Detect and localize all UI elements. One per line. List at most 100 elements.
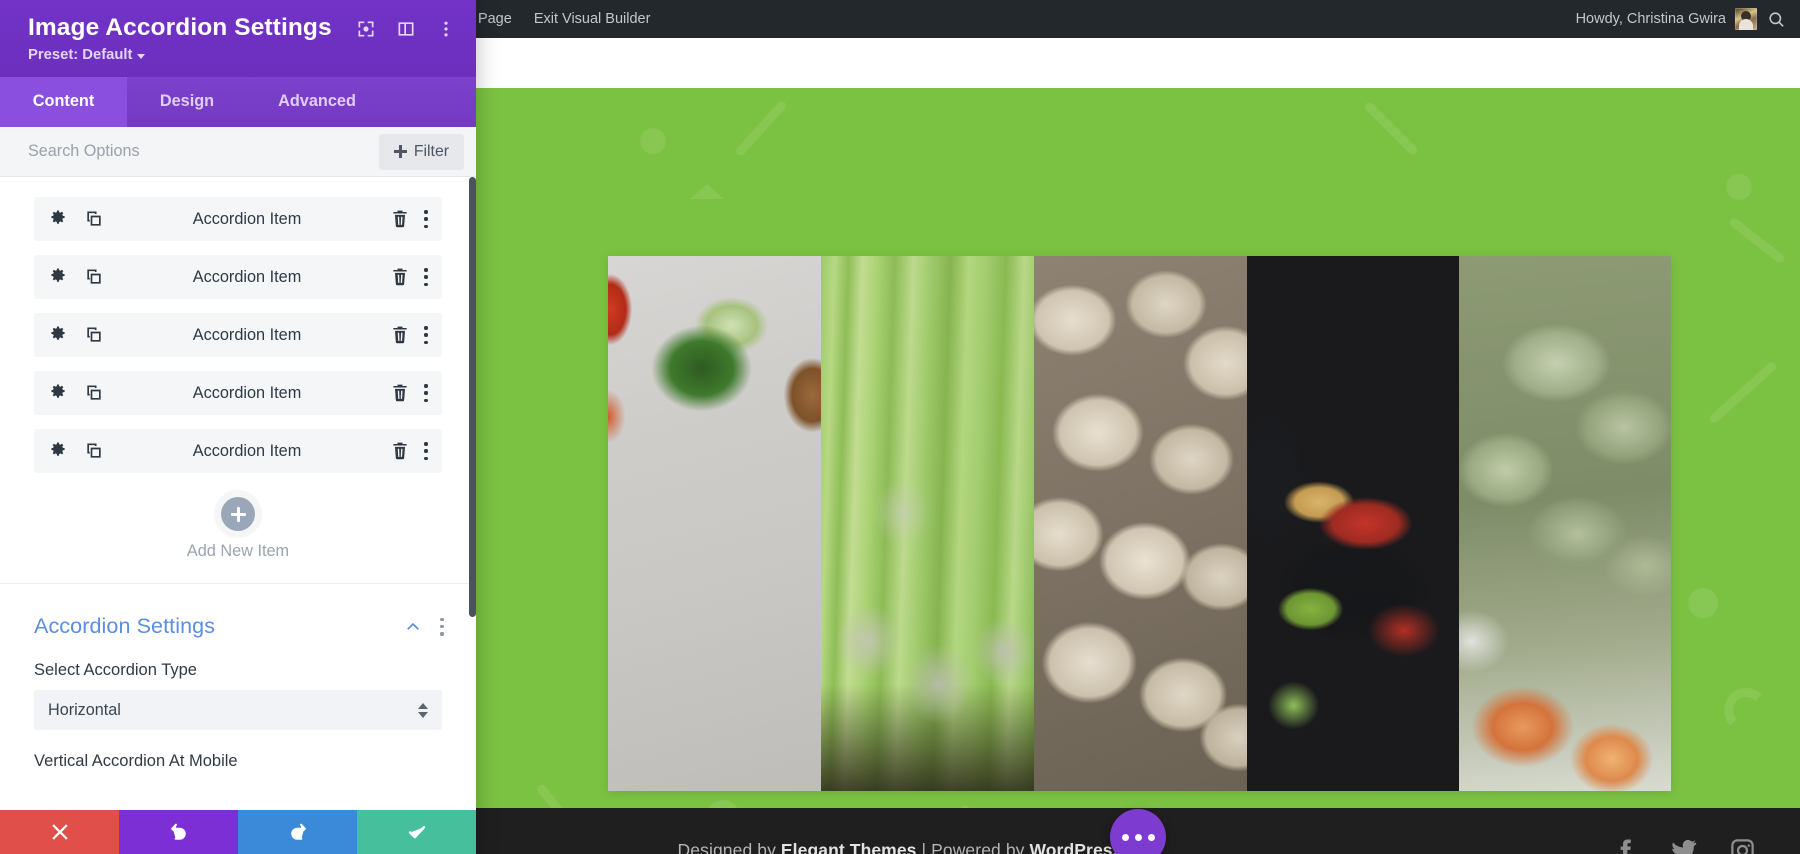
focus-target-icon[interactable] <box>356 19 376 39</box>
table-row[interactable]: Accordion Item <box>34 197 442 241</box>
vertical-dots-icon[interactable] <box>440 618 444 636</box>
howdy-label: Howdy, Christina Gwira <box>1576 11 1726 27</box>
chevron-up-icon[interactable] <box>404 618 422 636</box>
list-item-label: Accordion Item <box>104 268 390 287</box>
preset-label: Preset: Default <box>28 47 132 63</box>
tab-design[interactable]: Design <box>127 77 247 127</box>
field-label: Select Accordion Type <box>34 661 442 680</box>
trash-icon[interactable] <box>390 325 410 345</box>
panel-scrollbar-thumb[interactable] <box>469 177 476 617</box>
footer-credit-middle: | Powered by <box>917 840 1030 854</box>
settings-action-bar <box>0 810 476 854</box>
add-new-item-group: Add New Item <box>0 487 476 583</box>
vertical-dots-icon[interactable] <box>424 268 428 286</box>
search-icon[interactable] <box>1767 10 1786 29</box>
duplicate-icon[interactable] <box>84 325 104 345</box>
gear-icon[interactable] <box>48 383 68 403</box>
accordion-panel-poke-bowl[interactable] <box>1247 256 1459 791</box>
row-left-controls <box>48 441 104 461</box>
ellipsis-icon-dot-3 <box>1148 834 1155 841</box>
row-left-controls <box>48 267 104 287</box>
redo-arrow-icon <box>287 821 309 843</box>
accordion-type-value: Horizontal <box>48 701 418 720</box>
admin-bar-label-exit-visual-builder: Exit Visual Builder <box>534 11 651 27</box>
trash-icon[interactable] <box>390 383 410 403</box>
save-button[interactable] <box>357 810 476 854</box>
filter-button-label: Filter <box>414 143 449 161</box>
ellipsis-icon-dot-2 <box>1135 834 1142 841</box>
filter-button[interactable]: Filter <box>379 134 464 170</box>
checkmark-icon <box>406 821 428 843</box>
duplicate-icon[interactable] <box>84 267 104 287</box>
duplicate-icon[interactable] <box>84 441 104 461</box>
accordion-panel-asparagus[interactable] <box>821 256 1034 791</box>
panel-scrollbar-track[interactable] <box>469 177 476 810</box>
vertical-dots-icon[interactable] <box>424 210 428 228</box>
select-accordion-type-field: Select Accordion Type Horizontal <box>0 639 476 730</box>
section-title: Accordion Settings <box>34 614 404 639</box>
list-item-label: Accordion Item <box>104 210 390 229</box>
search-options-bar: Filter <box>0 127 476 177</box>
add-new-item-button[interactable] <box>221 497 255 531</box>
table-row[interactable]: Accordion Item <box>34 255 442 299</box>
gear-icon[interactable] <box>48 441 68 461</box>
accordion-panel-broccoli[interactable] <box>608 256 821 791</box>
trash-icon[interactable] <box>390 209 410 229</box>
settings-scroll-area[interactable]: Accordion Item Accordion Item <box>0 177 476 810</box>
facebook-icon[interactable] <box>1611 837 1638 854</box>
list-item-label: Accordion Item <box>104 326 390 345</box>
chevron-down-icon <box>137 54 145 59</box>
redo-button[interactable] <box>238 810 357 854</box>
tab-advanced[interactable]: Advanced <box>247 77 387 127</box>
trash-icon[interactable] <box>390 267 410 287</box>
add-new-item-label: Add New Item <box>187 542 289 561</box>
admin-bar-item-exit-visual-builder[interactable]: Exit Visual Builder <box>523 0 662 38</box>
twitter-icon[interactable] <box>1670 837 1697 854</box>
settings-panel-header: Image Accordion Settings Preset: Default <box>0 0 476 77</box>
settings-tabs: Content Design Advanced <box>0 77 476 127</box>
vertical-dots-icon[interactable] <box>424 326 428 344</box>
admin-bar-right-group: Howdy, Christina Gwira <box>1576 8 1800 30</box>
gear-icon[interactable] <box>48 325 68 345</box>
vertical-dots-icon[interactable] <box>424 384 428 402</box>
row-left-controls <box>48 209 104 229</box>
panel-layout-icon[interactable] <box>396 19 416 39</box>
settings-content: Accordion Item Accordion Item <box>0 177 476 771</box>
gear-icon[interactable] <box>48 267 68 287</box>
preset-selector[interactable]: Preset: Default <box>28 47 456 63</box>
gear-icon[interactable] <box>48 209 68 229</box>
row-left-controls <box>48 383 104 403</box>
tab-content[interactable]: Content <box>0 77 127 127</box>
cancel-button[interactable] <box>0 810 119 854</box>
avatar <box>1735 8 1757 30</box>
row-right-controls <box>390 383 428 403</box>
table-row[interactable]: Accordion Item <box>34 371 442 415</box>
image-accordion-module[interactable] <box>608 256 1671 791</box>
accordion-panel-artichoke[interactable] <box>1459 256 1671 791</box>
search-input[interactable] <box>28 142 379 161</box>
footer-credit-brand-wordpress[interactable]: WordPress <box>1029 840 1122 854</box>
vertical-dots-icon[interactable] <box>436 19 456 39</box>
undo-button[interactable] <box>119 810 238 854</box>
accordion-settings-section-header[interactable]: Accordion Settings <box>0 584 476 639</box>
instagram-icon[interactable] <box>1729 837 1756 854</box>
trash-icon[interactable] <box>390 441 410 461</box>
table-row[interactable]: Accordion Item <box>34 429 442 473</box>
duplicate-icon[interactable] <box>84 383 104 403</box>
duplicate-icon[interactable] <box>84 209 104 229</box>
page-title: Image Accordion Settings <box>28 14 356 42</box>
undo-arrow-icon <box>168 821 190 843</box>
list-item-label: Accordion Item <box>104 384 390 403</box>
footer-credit-brand-elegant-themes[interactable]: Elegant Themes <box>781 840 917 854</box>
table-row[interactable]: Accordion Item <box>34 313 442 357</box>
accordion-type-select[interactable]: Horizontal <box>34 690 442 730</box>
visual-builder-screen: Designed by Elegant Themes | Powered by … <box>0 0 1800 854</box>
accordion-panel-potato[interactable] <box>1034 256 1247 791</box>
admin-bar-howdy-menu[interactable]: Howdy, Christina Gwira <box>1576 8 1757 30</box>
footer-social-links <box>1611 837 1756 854</box>
settings-title-row: Image Accordion Settings <box>28 14 456 42</box>
row-left-controls <box>48 325 104 345</box>
plus-icon <box>394 145 407 158</box>
next-field-label-partial: Vertical Accordion At Mobile <box>0 730 476 771</box>
vertical-dots-icon[interactable] <box>424 442 428 460</box>
